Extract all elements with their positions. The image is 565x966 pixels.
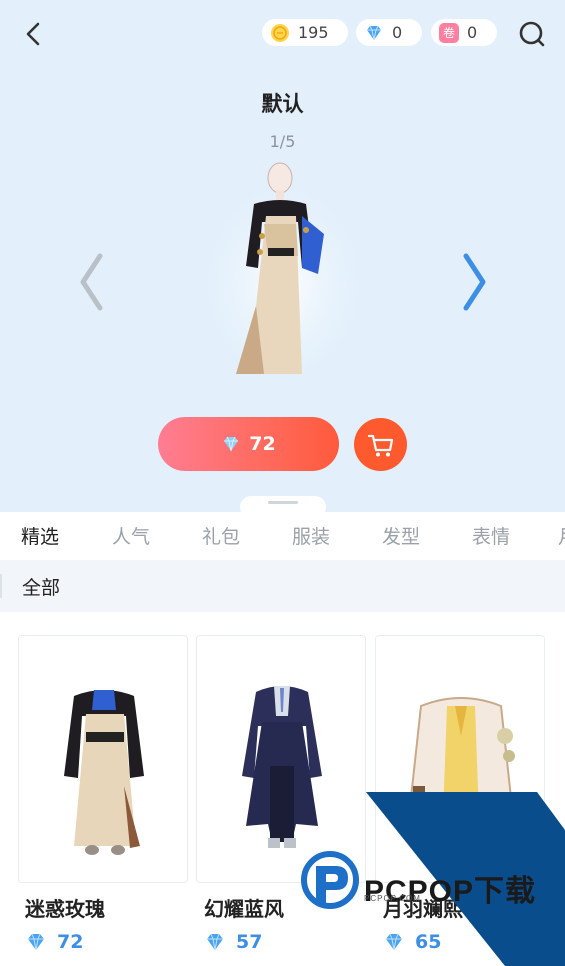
chevron-right-icon[interactable]: [460, 250, 490, 314]
item-price-value: 65: [415, 931, 442, 953]
gem-balance[interactable]: 0: [356, 19, 422, 46]
item-price-value: 57: [236, 931, 263, 953]
coin-icon: [271, 23, 289, 42]
tab-featured[interactable]: 精选: [21, 522, 59, 549]
outfit-title: 默认: [261, 92, 304, 116]
category-tabs: 精选 人气 礼包 服装 发型 表情 月: [0, 512, 565, 558]
buy-button[interactable]: 72: [158, 417, 339, 471]
item-card[interactable]: [375, 635, 545, 883]
item-thumbnail: [242, 686, 322, 848]
gem-icon: [28, 933, 44, 951]
item-card[interactable]: [18, 635, 188, 883]
tab-clothing[interactable]: 服装: [292, 522, 330, 549]
search-icon[interactable]: [516, 18, 548, 50]
watermark-text: PCPOP下载: [364, 875, 537, 908]
ticket-count: 0: [467, 23, 478, 42]
item-price: 57: [204, 931, 262, 953]
outfit-counter: 1/5: [269, 132, 296, 151]
item-card[interactable]: [196, 635, 366, 883]
tab-popular[interactable]: 人气: [112, 522, 150, 549]
coin-balance[interactable]: 195: [262, 19, 348, 46]
avatar-preview: [206, 162, 360, 374]
chevron-left-icon[interactable]: [76, 250, 106, 314]
tab-expression[interactable]: 表情: [472, 522, 510, 549]
ticket-icon: 卷: [439, 22, 459, 43]
filter-bar: 全部: [0, 560, 565, 612]
tab-bundles[interactable]: 礼包: [202, 522, 240, 549]
cart-icon: [367, 434, 393, 456]
back-icon[interactable]: [18, 18, 50, 50]
tab-hairstyle[interactable]: 发型: [382, 522, 420, 549]
cart-button[interactable]: [354, 418, 407, 471]
gem-icon: [367, 25, 381, 40]
item-thumbnail: [64, 690, 144, 855]
item-price-value: 72: [57, 931, 84, 953]
gem-count: 0: [392, 23, 403, 42]
item-price: 65: [383, 931, 441, 953]
item-name: 迷惑玫瑰: [25, 897, 105, 921]
item-name: 幻耀蓝风: [204, 897, 284, 921]
coin-count: 195: [298, 23, 329, 42]
tab-overflow[interactable]: 月: [558, 522, 565, 549]
filter-divider: [0, 574, 2, 598]
gem-icon: [207, 933, 223, 951]
buy-price: 72: [249, 433, 276, 455]
gem-icon: [386, 933, 402, 951]
gem-icon: [224, 436, 239, 452]
item-price: 72: [25, 931, 83, 953]
watermark-subtext: PCPOP.COM: [364, 894, 421, 903]
item-thumbnail: [407, 697, 515, 817]
filter-all[interactable]: 全部: [22, 573, 60, 600]
ticket-balance[interactable]: 卷 0: [431, 19, 497, 46]
